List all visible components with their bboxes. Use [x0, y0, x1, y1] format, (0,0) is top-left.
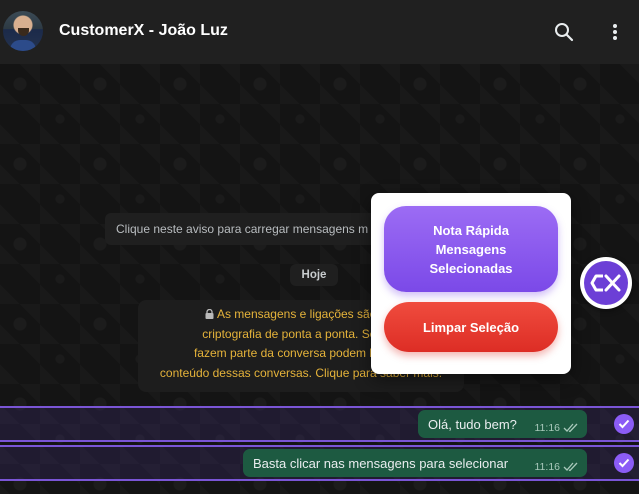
clear-selection-button[interactable]: Limpar Seleção [384, 302, 558, 352]
selected-check-icon[interactable] [614, 453, 634, 473]
message-meta: 11:16 [535, 461, 580, 473]
message-time: 11:16 [534, 422, 561, 434]
customerx-logo-icon [584, 261, 628, 305]
double-check-icon [563, 423, 578, 433]
load-messages-notice[interactable]: Clique neste aviso para carregar mensage… [105, 213, 386, 245]
customerx-logo-button[interactable] [580, 257, 632, 309]
more-vertical-icon [613, 24, 617, 40]
message-meta: 11:16 [535, 422, 580, 434]
message-row-selected[interactable]: Olá, tudo bem? 11:16 [0, 406, 639, 442]
cx-logo-mark [590, 274, 621, 292]
search-icon [555, 23, 574, 42]
avatar[interactable] [3, 11, 43, 51]
message-time: 11:16 [534, 461, 561, 473]
message-text: Basta clicar nas mensagens para selecion… [253, 455, 509, 471]
contact-name[interactable]: CustomerX - João Luz [59, 22, 228, 40]
selection-actions-popup: Nota Rápida Mensagens Selecionadas Limpa… [371, 193, 571, 374]
selected-check-icon[interactable] [614, 414, 634, 434]
date-separator: Hoje [290, 264, 338, 286]
message-text: Olá, tudo bem? [428, 416, 517, 432]
chat-header: CustomerX - João Luz [0, 0, 639, 64]
quick-note-button[interactable]: Nota Rápida Mensagens Selecionadas [384, 206, 558, 292]
double-check-icon [563, 462, 578, 472]
avatar-shirt [10, 40, 36, 51]
search-button[interactable] [552, 20, 576, 44]
menu-button[interactable] [603, 20, 627, 44]
message-bubble[interactable]: Basta clicar nas mensagens para selecion… [243, 449, 587, 477]
message-row-selected[interactable]: Basta clicar nas mensagens para selecion… [0, 445, 639, 481]
message-bubble[interactable]: Olá, tudo bem? 11:16 [418, 410, 587, 438]
lock-icon [205, 308, 214, 319]
avatar-beard [18, 28, 29, 36]
